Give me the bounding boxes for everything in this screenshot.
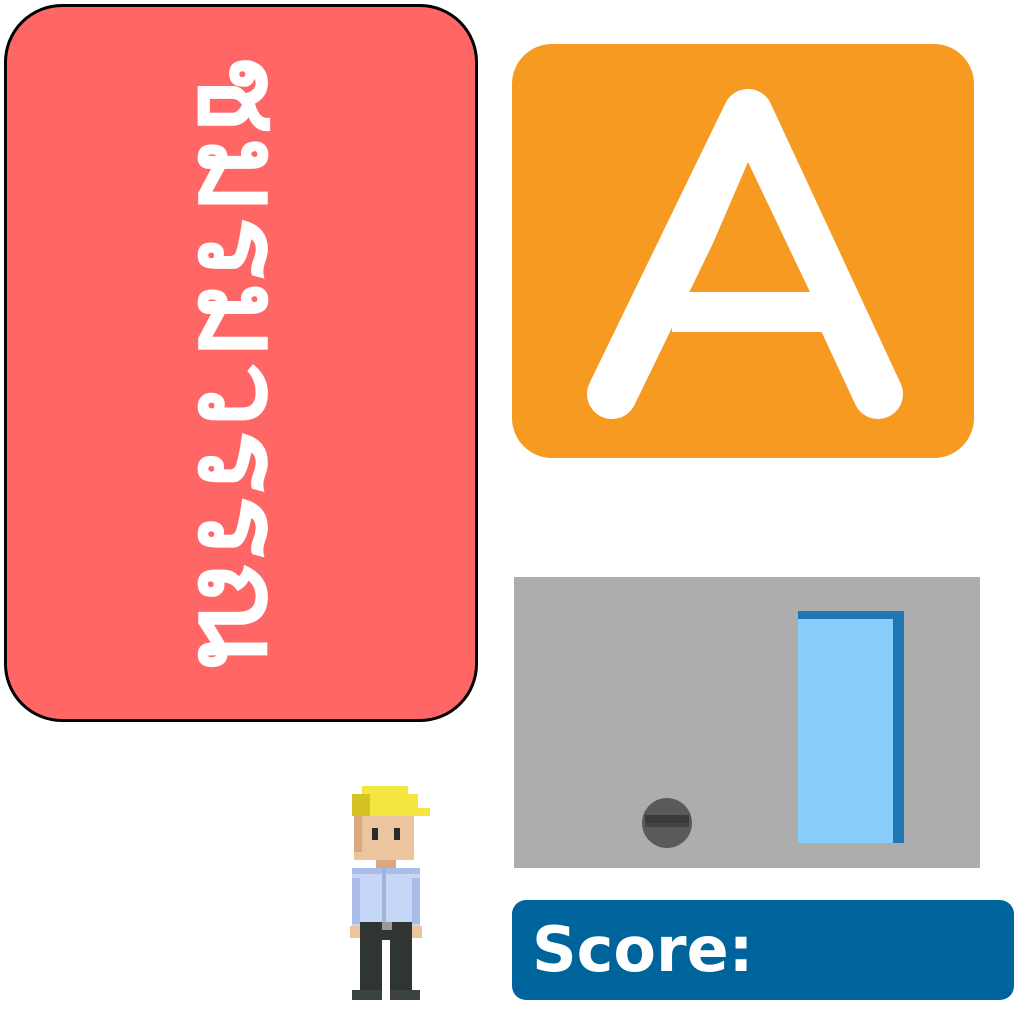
letter-tile[interactable]: A [512, 44, 974, 458]
game-stage: ชมรมวรรณ A [0, 0, 1024, 1024]
door-icon[interactable] [798, 611, 904, 843]
score-bar: Score: [512, 900, 1014, 1000]
word-card-text: ชมรมวรรณ [172, 54, 310, 672]
score-label: Score: [532, 913, 754, 986]
word-card[interactable]: ชมรมวรรณ [4, 4, 478, 722]
scene-panel [514, 577, 980, 868]
letter-tile-letter: A [512, 44, 523, 48]
construction-worker-icon[interactable] [348, 786, 432, 1000]
letter-a-glyph: A [512, 44, 903, 419]
knob-icon[interactable] [641, 797, 693, 849]
